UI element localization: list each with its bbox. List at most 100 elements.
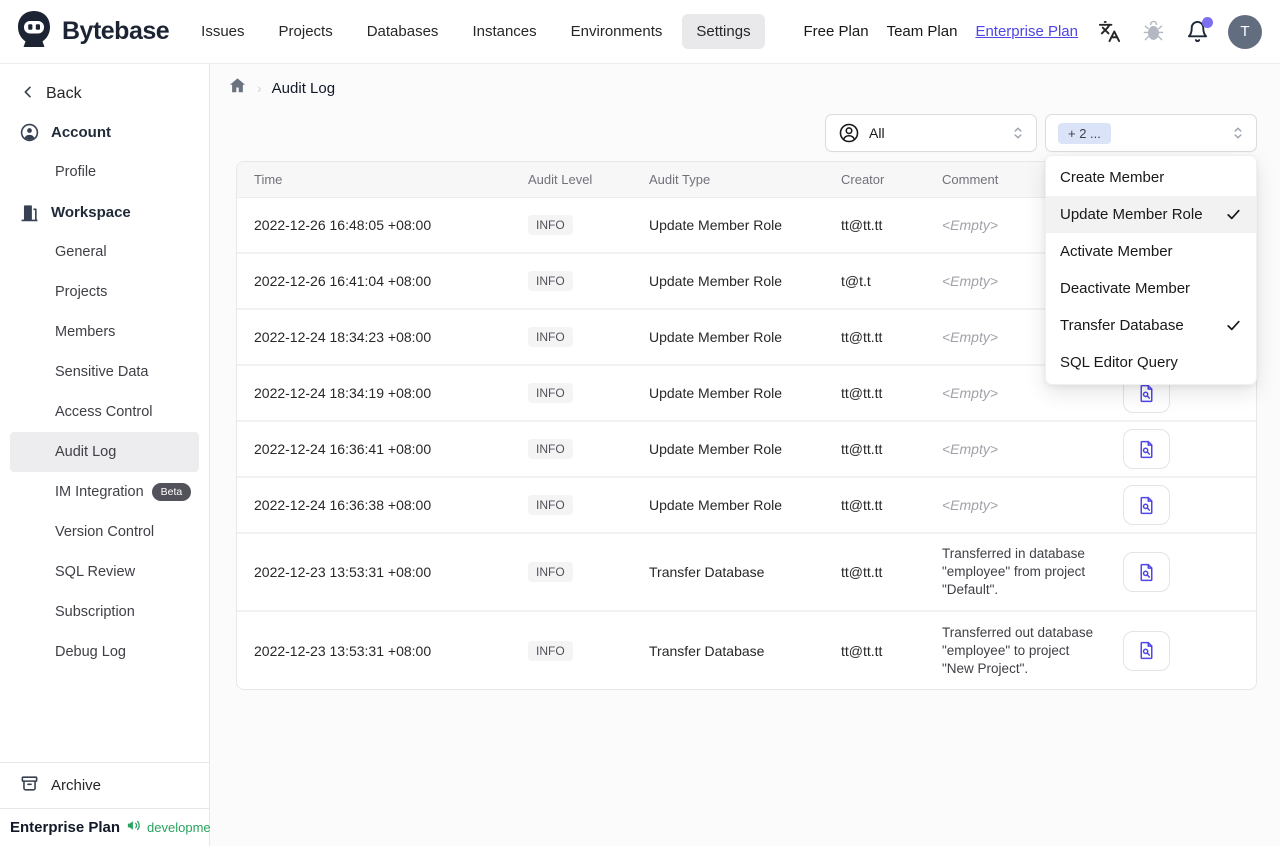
- cell-actions: [1110, 421, 1256, 477]
- sidebar-item-archive[interactable]: Archive: [0, 762, 209, 808]
- plan-link-enterprise-plan[interactable]: Enterprise Plan: [975, 23, 1078, 40]
- cell-audit-type: Transfer Database: [649, 564, 765, 580]
- empty-comment: <Empty>: [942, 385, 999, 401]
- sidebar-item-access-control[interactable]: Access Control: [10, 392, 199, 432]
- cell-actions: [1110, 477, 1256, 533]
- document-search-icon: [1136, 562, 1157, 583]
- breadcrumb-separator-icon: ›: [257, 80, 262, 96]
- sidebar-item-debug-log[interactable]: Debug Log: [10, 632, 199, 672]
- sidebar-item-label: IM Integration: [55, 484, 144, 500]
- sidebar-item-sql-review[interactable]: SQL Review: [10, 552, 199, 592]
- cell-creator: tt@tt.tt: [841, 216, 883, 233]
- bug-icon[interactable]: [1140, 19, 1166, 45]
- sidebar-item-im-integration[interactable]: IM Integration Beta: [10, 472, 199, 512]
- plan-link-team-plan[interactable]: Team Plan: [887, 23, 958, 40]
- empty-comment: <Empty>: [942, 273, 999, 289]
- sidebar-item-audit-log[interactable]: Audit Log: [10, 432, 199, 472]
- view-detail-button[interactable]: [1123, 630, 1170, 671]
- breadcrumb: › Audit Log: [228, 76, 335, 100]
- view-detail-button[interactable]: [1123, 429, 1170, 469]
- cell-creator: t@t.t: [841, 273, 871, 289]
- empty-comment: <Empty>: [942, 497, 999, 513]
- level-badge: INFO: [528, 214, 573, 235]
- sidebar-item-sensitive-data[interactable]: Sensitive Data: [10, 352, 199, 392]
- nav-item-databases[interactable]: Databases: [353, 14, 453, 49]
- menu-item-label: SQL Editor Query: [1060, 354, 1178, 371]
- menu-item-activate-member[interactable]: Activate Member: [1046, 233, 1256, 270]
- cell-audit-type: Update Member Role: [649, 216, 783, 233]
- cell-time: 2022-12-24 16:36:38 +08:00: [254, 497, 432, 513]
- home-icon[interactable]: [228, 76, 247, 100]
- page-title: Audit Log: [271, 79, 336, 97]
- plan-links: Free Plan Team Plan Enterprise Plan: [804, 23, 1078, 40]
- view-detail-button[interactable]: [1123, 552, 1170, 592]
- audit-type-menu: Create Member Update Member Role Activate …: [1045, 155, 1257, 385]
- audit-log-row: 2022-12-23 13:53:31 +08:00 INFO Transfer D…: [237, 611, 1256, 689]
- menu-item-update-member-role[interactable]: Update Member Role: [1046, 196, 1256, 233]
- cell-audit-type: Update Member Role: [649, 385, 783, 401]
- menu-item-label: Activate Member: [1060, 243, 1173, 260]
- user-icon: [20, 123, 39, 142]
- cell-time: 2022-12-24 18:34:19 +08:00: [254, 385, 432, 401]
- nav-item-projects[interactable]: Projects: [265, 14, 347, 49]
- menu-item-transfer-database[interactable]: Transfer Database: [1046, 307, 1256, 344]
- sidebar-item-label: General: [55, 244, 107, 260]
- plan-link-free-plan[interactable]: Free Plan: [804, 23, 869, 40]
- audit-type-filter-value: + 2 ...: [1058, 122, 1111, 144]
- user-circle-icon: [838, 122, 860, 144]
- translate-icon[interactable]: [1096, 19, 1122, 45]
- menu-item-label: Transfer Database: [1060, 317, 1184, 334]
- sidebar-item-members[interactable]: Members: [10, 312, 199, 352]
- sidebar-item-general[interactable]: General: [10, 232, 199, 272]
- cell-audit-level: INFO: [528, 253, 649, 309]
- sidebar-item-projects[interactable]: Projects: [10, 272, 199, 312]
- nav-item-instances[interactable]: Instances: [458, 14, 550, 49]
- menu-item-sql-editor-query[interactable]: SQL Editor Query: [1046, 344, 1256, 381]
- cell-audit-type: Update Member Role: [649, 273, 783, 289]
- brand-logo[interactable]: Bytebase: [14, 9, 170, 54]
- menu-item-create-member[interactable]: Create Member: [1046, 159, 1256, 196]
- cell-audit-level: INFO: [528, 421, 649, 477]
- view-detail-button[interactable]: [1123, 485, 1170, 525]
- cell-comment: Transferred in database "employee" from …: [942, 533, 1110, 611]
- creator-filter-select[interactable]: All: [825, 114, 1037, 152]
- sidebar-item-label: Projects: [55, 284, 108, 300]
- cell-comment: Transferred out database "employee" to p…: [942, 611, 1110, 689]
- sidebar-item-subscription[interactable]: Subscription: [10, 592, 199, 632]
- document-search-icon: [1136, 495, 1157, 516]
- cell-audit-level: INFO: [528, 365, 649, 421]
- sidebar-item-label: Sensitive Data: [55, 364, 149, 380]
- nav-item-issues[interactable]: Issues: [187, 14, 258, 49]
- sidebar-item-profile[interactable]: Profile: [10, 152, 199, 192]
- sidebar-section-workspace: Workspace: [0, 192, 209, 232]
- cell-comment: <Empty>: [942, 477, 1110, 533]
- level-badge: INFO: [528, 439, 573, 459]
- creator-filter-value: All: [869, 125, 885, 141]
- beta-badge: Beta: [151, 483, 192, 501]
- notifications-bell-icon[interactable]: [1184, 16, 1213, 45]
- sidebar-section-title: Account: [51, 123, 111, 141]
- archive-label: Archive: [51, 777, 102, 794]
- sidebar-item-version-control[interactable]: Version Control: [10, 512, 199, 552]
- filter-bar: All + 2 ...: [825, 114, 1257, 152]
- cell-audit-level: INFO: [528, 197, 649, 253]
- cell-creator: tt@tt.tt: [841, 329, 883, 345]
- cell-time: 2022-12-26 16:48:05 +08:00: [254, 216, 432, 233]
- column-header-time: Time: [237, 162, 528, 198]
- empty-comment: <Empty>: [942, 216, 999, 233]
- nav-item-environments[interactable]: Environments: [557, 14, 677, 49]
- audit-type-filter-select[interactable]: + 2 ...: [1045, 114, 1257, 152]
- archive-icon: [20, 774, 39, 797]
- select-caret-icon: [1230, 125, 1246, 141]
- nav-item-settings[interactable]: Settings: [682, 14, 765, 49]
- document-search-icon: [1136, 439, 1157, 460]
- column-header-audit-level: Audit Level: [528, 162, 649, 198]
- cell-audit-level: INFO: [528, 611, 649, 689]
- sidebar-item-label: SQL Review: [55, 564, 136, 580]
- avatar[interactable]: T: [1228, 14, 1262, 49]
- cell-creator: tt@tt.tt: [841, 642, 883, 659]
- cell-creator: tt@tt.tt: [841, 385, 883, 401]
- column-header-audit-type: Audit Type: [649, 162, 841, 198]
- back-button[interactable]: Back: [0, 76, 209, 112]
- menu-item-deactivate-member[interactable]: Deactivate Member: [1046, 270, 1256, 307]
